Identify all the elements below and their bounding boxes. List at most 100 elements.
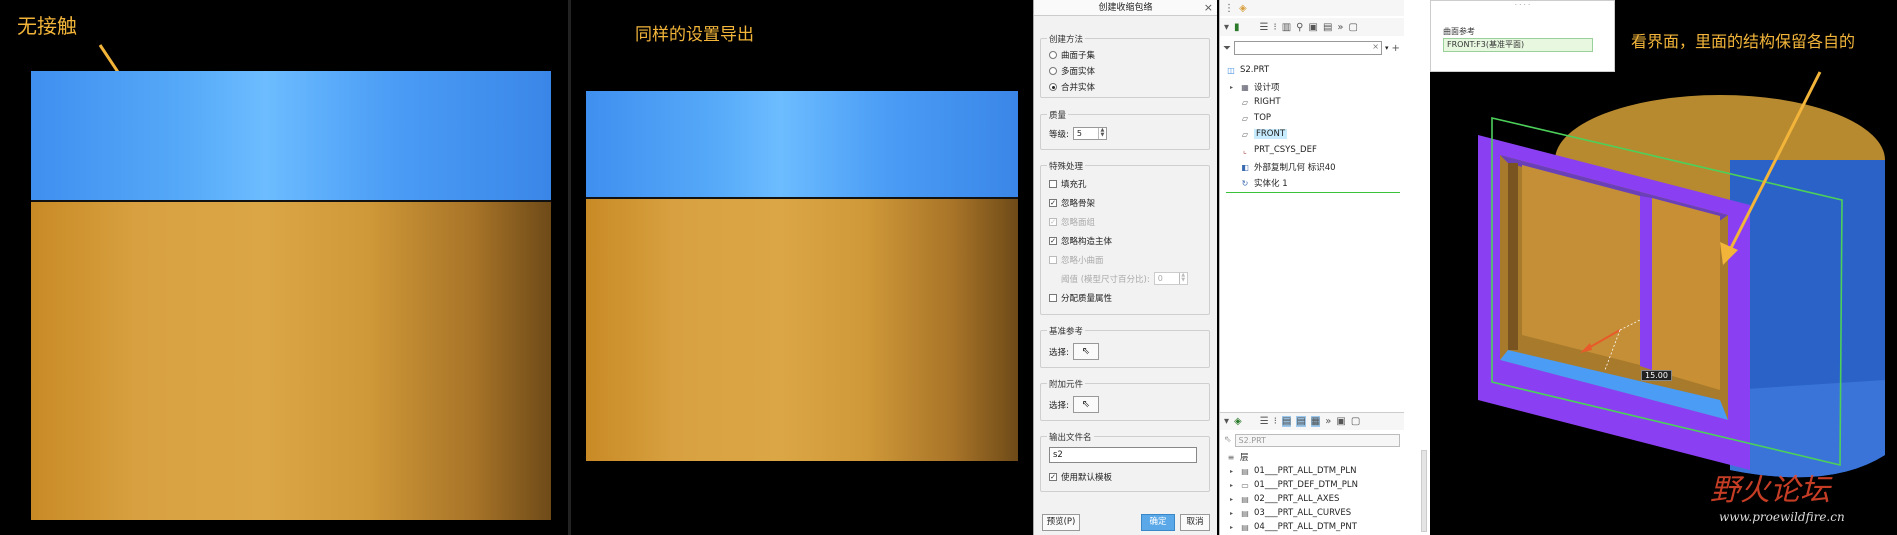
model-tree-panel: ⋮ ◈ ▾ ▮ ☰ ⁝ ▥ ⚲ ▣ ▤ » ▢ ⏷ × ▾ + ◫ S2.PRT… xyxy=(1219,0,1430,535)
layers-icon[interactable]: ◈ xyxy=(1239,3,1247,14)
preview-button[interactable]: 预览(P) xyxy=(1042,514,1080,531)
expand-arrow-icon[interactable]: ▾ xyxy=(1224,416,1229,427)
more-icon[interactable]: » xyxy=(1337,22,1343,33)
list-view-icon[interactable]: ☰ xyxy=(1260,416,1269,427)
show-icon[interactable]: ▣ xyxy=(1308,22,1317,33)
tree-item-top[interactable]: ▱ TOP xyxy=(1240,113,1271,123)
layer-item[interactable]: ▸ ▤ 04___PRT_ALL_DTM_PNT xyxy=(1230,522,1357,532)
use-default-template-checkbox[interactable]: ✓ 使用默认模板 xyxy=(1049,471,1112,483)
settings-icon[interactable]: ▤ xyxy=(1323,22,1332,33)
expand-arrow-icon[interactable]: ▸ xyxy=(1230,496,1236,503)
expand-arrow-icon[interactable]: ▸ xyxy=(1230,524,1236,531)
method-option-faceted-solid[interactable]: 多面实体 xyxy=(1049,65,1095,77)
add-icon[interactable]: + xyxy=(1392,43,1400,54)
dropdown-icon[interactable]: ▾ xyxy=(1385,44,1389,52)
checkbox-icon[interactable] xyxy=(1049,294,1057,302)
active-model-select[interactable]: ⇖ S2.PRT xyxy=(1224,433,1400,447)
checkbox-checked-icon[interactable]: ✓ xyxy=(1049,237,1057,245)
viewport-exported: 同样的设置导出 xyxy=(571,0,1031,535)
expand-arrow-icon[interactable]: ▸ xyxy=(1230,468,1236,475)
expand-arrow-icon[interactable]: ▾ xyxy=(1224,22,1229,33)
close-icon[interactable]: × xyxy=(1204,0,1213,16)
layer-tree-icon[interactable]: ◈ xyxy=(1234,416,1242,427)
checkbox-checked-icon[interactable]: ✓ xyxy=(1049,473,1057,481)
tree-view-icon[interactable]: ⁝ xyxy=(1274,416,1277,427)
quality-level-label: 等级: xyxy=(1049,129,1069,140)
cursor-arrow-icon: ⇖ xyxy=(1081,346,1091,357)
columns-icon[interactable]: ▥ xyxy=(1282,22,1291,33)
ok-button[interactable]: 确定 xyxy=(1141,514,1175,531)
checkbox-icon[interactable] xyxy=(1049,180,1057,188)
viewport-3d-model: · · · · 曲面参考 FRONT:F3(基准平面) 看界面，里面的结构保留各… xyxy=(1430,0,1897,535)
part-icon: ◫ xyxy=(1227,65,1235,75)
dialog-title: 创建收缩包络 × xyxy=(1034,0,1217,16)
cancel-button[interactable]: 取消 xyxy=(1180,514,1210,531)
layer-isolate-icon[interactable]: ▦ xyxy=(1310,416,1321,427)
datum-plane-icon: ▱ xyxy=(1241,113,1249,123)
expand-arrow-icon[interactable]: ▸ xyxy=(1230,482,1236,489)
csys-icon: ⌞ xyxy=(1243,145,1247,155)
tree-item-design-items[interactable]: ▸ ▦ 设计项 xyxy=(1230,81,1280,94)
additional-select-label: 选择: xyxy=(1049,400,1069,411)
tree-view-icon[interactable]: ⁝ xyxy=(1274,22,1277,33)
pane-icon[interactable]: ▢ xyxy=(1349,22,1358,33)
tree-structure-icon[interactable]: ⋮ xyxy=(1224,3,1234,14)
list-view-icon[interactable]: ☰ xyxy=(1260,22,1269,33)
datum-select-button[interactable]: ⇖ xyxy=(1072,343,1099,360)
checkbox-checked-icon[interactable]: ✓ xyxy=(1049,199,1057,207)
layer-scrollbar[interactable] xyxy=(1421,450,1427,532)
pane-icon[interactable]: ▢ xyxy=(1351,416,1360,427)
tree-item-csys[interactable]: ⌞ PRT_CSYS_DEF xyxy=(1240,145,1317,155)
insert-marker-line[interactable] xyxy=(1226,192,1400,193)
layer-item[interactable]: ▸ ▤ 02___PRT_ALL_AXES xyxy=(1230,494,1339,504)
stepper-arrows-icon[interactable]: ▲ ▼ xyxy=(1097,128,1106,139)
tree-item-external-copy-geom[interactable]: ◧ 外部复制几何 标识40 xyxy=(1240,161,1335,174)
ignore-skeleton-checkbox[interactable]: ✓ 忽略骨架 xyxy=(1049,197,1095,209)
cursor-arrow-icon: ⇖ xyxy=(1081,399,1091,410)
tree-item-front[interactable]: ▱ FRONT xyxy=(1240,129,1288,139)
output-filename-input[interactable]: s2 xyxy=(1049,447,1197,463)
method-option-surface-subset[interactable]: 曲面子集 xyxy=(1049,49,1095,61)
layer-icon: ▤ xyxy=(1241,494,1249,504)
special-handling-group: 特殊处理 填充孔 ✓ 忽略骨架 ✓ 忽略面组 ✓ 忽略构造主体 忽略小曲面 阈值 (模… xyxy=(1040,160,1210,315)
layer-show-icon[interactable]: ▤ xyxy=(1281,416,1292,427)
expand-arrow-icon[interactable]: ▸ xyxy=(1230,84,1236,91)
radio-icon[interactable] xyxy=(1049,51,1057,59)
dimension-label[interactable]: 15.00 xyxy=(1641,370,1672,381)
expand-arrow-icon[interactable]: ▸ xyxy=(1230,510,1236,517)
layer-item[interactable]: ▸ ▤ 01___PRT_ALL_DTM_PLN xyxy=(1230,466,1357,476)
datum-select-label: 选择: xyxy=(1049,347,1069,358)
layer-root-icon: ≡ xyxy=(1227,452,1235,462)
layer-icon: ▤ xyxy=(1241,522,1249,532)
layer-hide-icon[interactable]: ▤ xyxy=(1296,416,1306,427)
tree-root[interactable]: ◫ S2.PRT xyxy=(1226,65,1269,75)
tree-item-solidify[interactable]: ↻ 实体化 1 xyxy=(1240,177,1288,190)
layer-tree-root[interactable]: ≡ 层 xyxy=(1226,451,1249,464)
fill-holes-checkbox[interactable]: 填充孔 xyxy=(1049,178,1087,190)
radio-icon[interactable] xyxy=(1049,67,1057,75)
watermark-url: www.proewildfire.cn xyxy=(1719,510,1845,524)
clear-icon[interactable]: × xyxy=(1372,42,1379,51)
quality-level-stepper[interactable]: 5 ▲ ▼ xyxy=(1072,127,1107,140)
layer-item[interactable]: ▸ ▭ 01___PRT_DEF_DTM_PLN xyxy=(1230,480,1358,490)
stepper-arrows-icon: ▲ ▼ xyxy=(1178,273,1187,284)
method-option-merged-solid[interactable]: 合并实体 xyxy=(1049,81,1095,93)
ignore-small-surfaces-checkbox: 忽略小曲面 xyxy=(1049,254,1104,266)
assign-mass-checkbox[interactable]: 分配质量属性 xyxy=(1049,292,1112,304)
checkbox-icon xyxy=(1049,256,1057,264)
tree-search-input[interactable]: × xyxy=(1234,41,1382,55)
datum-plane-icon: ▱ xyxy=(1241,129,1249,139)
threshold-label: 阈值 (模型尺寸百分比): xyxy=(1061,274,1150,285)
tree-item-right[interactable]: ▱ RIGHT xyxy=(1240,97,1281,107)
more-icon[interactable]: » xyxy=(1325,416,1331,427)
model-tree-icon[interactable]: ▮ xyxy=(1234,22,1240,33)
filter-settings-icon[interactable]: ⚲ xyxy=(1296,22,1303,33)
filter-icon[interactable]: ⏷ xyxy=(1223,43,1231,54)
ignore-construction-body-checkbox[interactable]: ✓ 忽略构造主体 xyxy=(1049,235,1112,247)
radio-selected-icon[interactable] xyxy=(1049,83,1057,91)
viewport-no-contact: 无接触 xyxy=(0,0,568,535)
additional-select-button[interactable]: ⇖ xyxy=(1072,396,1099,413)
layer-props-icon[interactable]: ▣ xyxy=(1336,416,1345,427)
blue-body xyxy=(586,91,1018,197)
layer-item[interactable]: ▸ ▤ 03___PRT_ALL_CURVES xyxy=(1230,508,1351,518)
